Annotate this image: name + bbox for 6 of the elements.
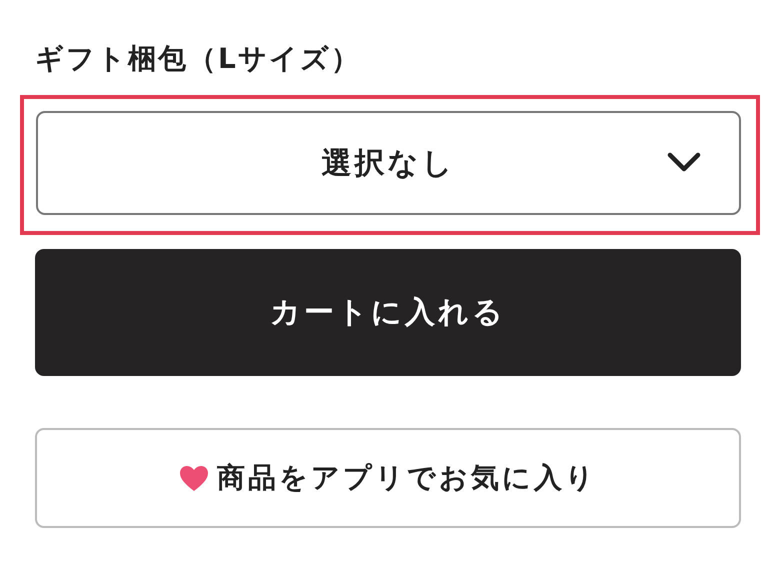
- option-label: ギフト梱包（Lサイズ）: [35, 41, 362, 77]
- gift-wrap-select[interactable]: 選択なし: [36, 111, 741, 215]
- heart-icon: [179, 464, 209, 492]
- favorite-button[interactable]: 商品をアプリでお気に入り: [35, 428, 741, 528]
- chevron-down-icon: [667, 152, 701, 174]
- add-to-cart-button[interactable]: カートに入れる: [35, 249, 741, 376]
